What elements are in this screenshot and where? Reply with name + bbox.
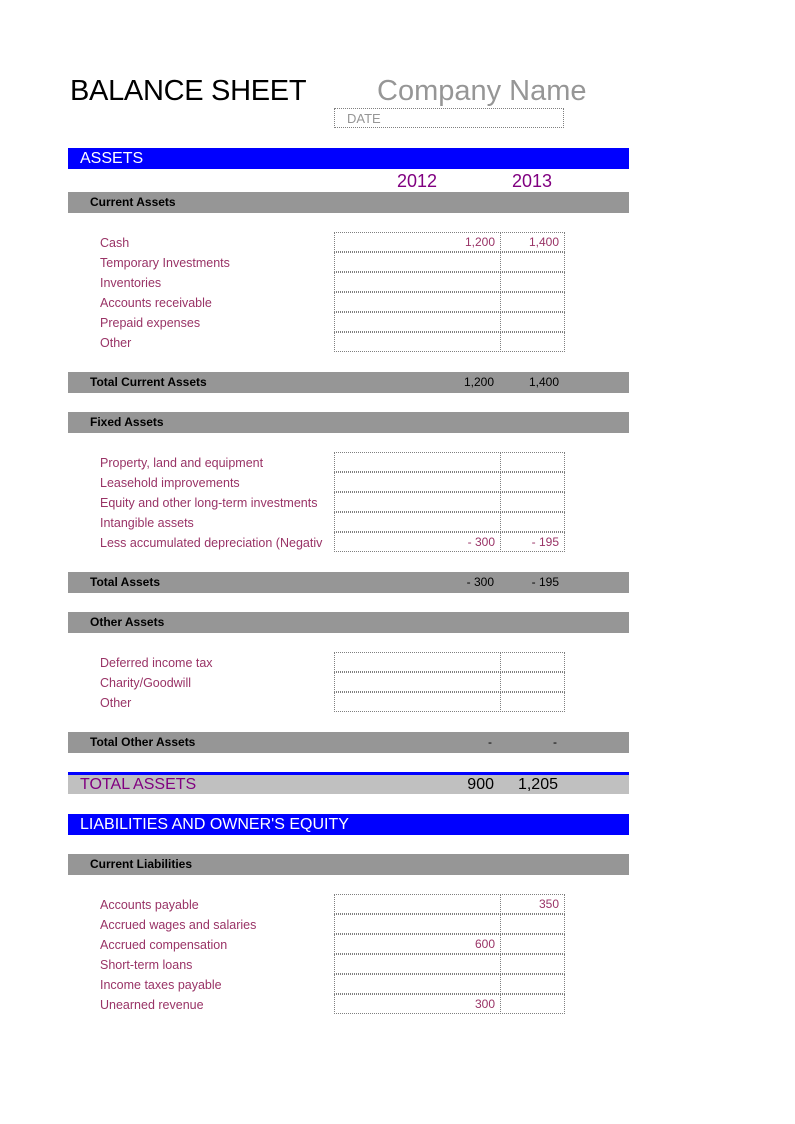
value-cell-2013[interactable] (500, 492, 565, 512)
line-item-label: Deferred income tax (100, 656, 213, 670)
value-cell-2013[interactable] (500, 512, 565, 532)
value-cell-2012[interactable] (334, 652, 501, 672)
line-item-label: Accrued wages and salaries (100, 918, 257, 932)
liabilities-section-header: LIABILITIES AND OWNER'S EQUITY (68, 814, 629, 835)
value-cell-2012[interactable]: 600 (334, 934, 501, 954)
value-cell-2012[interactable] (334, 914, 501, 934)
total-2013-value: - 195 (531, 575, 559, 589)
value-cell-2012[interactable] (334, 492, 501, 512)
value-cell-2013[interactable] (500, 692, 565, 712)
value-cell-2013[interactable] (500, 994, 565, 1014)
line-item-label: Unearned revenue (100, 998, 204, 1012)
value-cell-2013[interactable]: 350 (500, 894, 565, 914)
fixed-assets-header: Fixed Assets (68, 412, 629, 433)
value-cell-2012[interactable] (334, 512, 501, 532)
page-title: BALANCE SHEET (70, 75, 307, 107)
total-2013-value: 1,400 (528, 375, 559, 389)
value-cell-2013[interactable] (500, 652, 565, 672)
total-2012-value: - 300 (466, 575, 494, 589)
line-item-label: Less accumulated depreciation (Negativ (100, 536, 323, 550)
value-cell-2012[interactable] (334, 974, 501, 994)
total-fixed-assets-row: Total Assets - 300 - 195 (68, 572, 629, 593)
value-cell-2013[interactable] (500, 472, 565, 492)
line-item-label: Short-term loans (100, 958, 193, 972)
line-item-label: Charity/Goodwill (100, 676, 192, 690)
total-2012-value: 1,200 (463, 375, 494, 389)
assets-section-header: ASSETS (68, 148, 629, 169)
line-item-label: Other (100, 696, 132, 710)
value-cell-2012[interactable] (334, 472, 501, 492)
value-cell-2012[interactable]: 300 (334, 994, 501, 1014)
total-2012-value: - (488, 735, 492, 749)
line-item-label: Temporary Investments (100, 256, 230, 270)
line-item-label: Accrued compensation (100, 938, 228, 952)
value-cell-2013[interactable] (500, 452, 565, 472)
line-item-label: Accounts receivable (100, 296, 212, 310)
value-cell-2013[interactable] (500, 914, 565, 934)
total-label: Total Assets (90, 575, 161, 589)
line-item-label: Property, land and equipment (100, 456, 264, 470)
value-cell-2012[interactable] (334, 954, 501, 974)
value-cell-2012[interactable] (334, 672, 501, 692)
current-assets-header: Current Assets (68, 192, 629, 213)
section-label: Current Assets (90, 195, 176, 209)
value-cell-2012[interactable] (334, 252, 501, 272)
year-header-2012: 2012 (396, 171, 437, 191)
grand-total-2013-value: 1,205 (517, 776, 558, 793)
line-item-label: Accounts payable (100, 898, 199, 912)
value-cell-2013[interactable] (500, 272, 565, 292)
current-liabilities-header: Current Liabilities (68, 854, 629, 875)
total-label: Total Other Assets (90, 735, 196, 749)
value-cell-2012[interactable]: - 300 (334, 532, 501, 552)
line-item-label: Income taxes payable (100, 978, 222, 992)
total-2013-value: - (553, 735, 557, 749)
value-cell-2012[interactable] (334, 452, 501, 472)
value-cell-2012[interactable] (334, 692, 501, 712)
total-other-assets-row: Total Other Assets - - (68, 732, 629, 753)
date-field[interactable]: DATE (334, 108, 564, 128)
line-item-label: Equity and other long-term investments (100, 496, 318, 510)
value-cell-2013[interactable] (500, 252, 565, 272)
value-cell-2013[interactable]: - 195 (500, 532, 565, 552)
company-name-field[interactable]: Company Name (377, 73, 587, 109)
value-cell-2012[interactable] (334, 894, 501, 914)
value-cell-2013[interactable] (500, 292, 565, 312)
line-item-label: Prepaid expenses (100, 316, 201, 330)
value-cell-2013[interactable] (500, 954, 565, 974)
value-cell-2012[interactable]: 1,200 (334, 232, 501, 252)
line-item-label: Cash (100, 236, 130, 250)
line-item-label: Other (100, 336, 132, 350)
section-label: Fixed Assets (90, 415, 164, 429)
value-cell-2013[interactable] (500, 974, 565, 994)
other-assets-header: Other Assets (68, 612, 629, 633)
line-item-label: Leasehold improvements (100, 476, 240, 490)
value-cell-2012[interactable] (334, 272, 501, 292)
total-current-assets-row: Total Current Assets 1,200 1,400 (68, 372, 629, 393)
value-cell-2013[interactable] (500, 312, 565, 332)
value-cell-2012[interactable] (334, 292, 501, 312)
value-cell-2012[interactable] (334, 332, 501, 352)
value-cell-2013[interactable] (500, 332, 565, 352)
section-label: Other Assets (90, 615, 165, 629)
grand-total-label: TOTAL ASSETS (80, 776, 197, 793)
total-label: Total Current Assets (90, 375, 207, 389)
line-item-label: Intangible assets (100, 516, 194, 530)
value-cell-2012[interactable] (334, 312, 501, 332)
section-label: Current Liabilities (90, 857, 193, 871)
value-cell-2013[interactable] (500, 934, 565, 954)
value-cell-2013[interactable] (500, 672, 565, 692)
value-cell-2013[interactable]: 1,400 (500, 232, 565, 252)
line-item-label: Inventories (100, 276, 162, 290)
year-header-2013: 2013 (511, 171, 552, 191)
grand-total-assets-row: TOTAL ASSETS 900 1,205 (68, 772, 629, 794)
grand-total-2012-value: 900 (467, 776, 494, 793)
